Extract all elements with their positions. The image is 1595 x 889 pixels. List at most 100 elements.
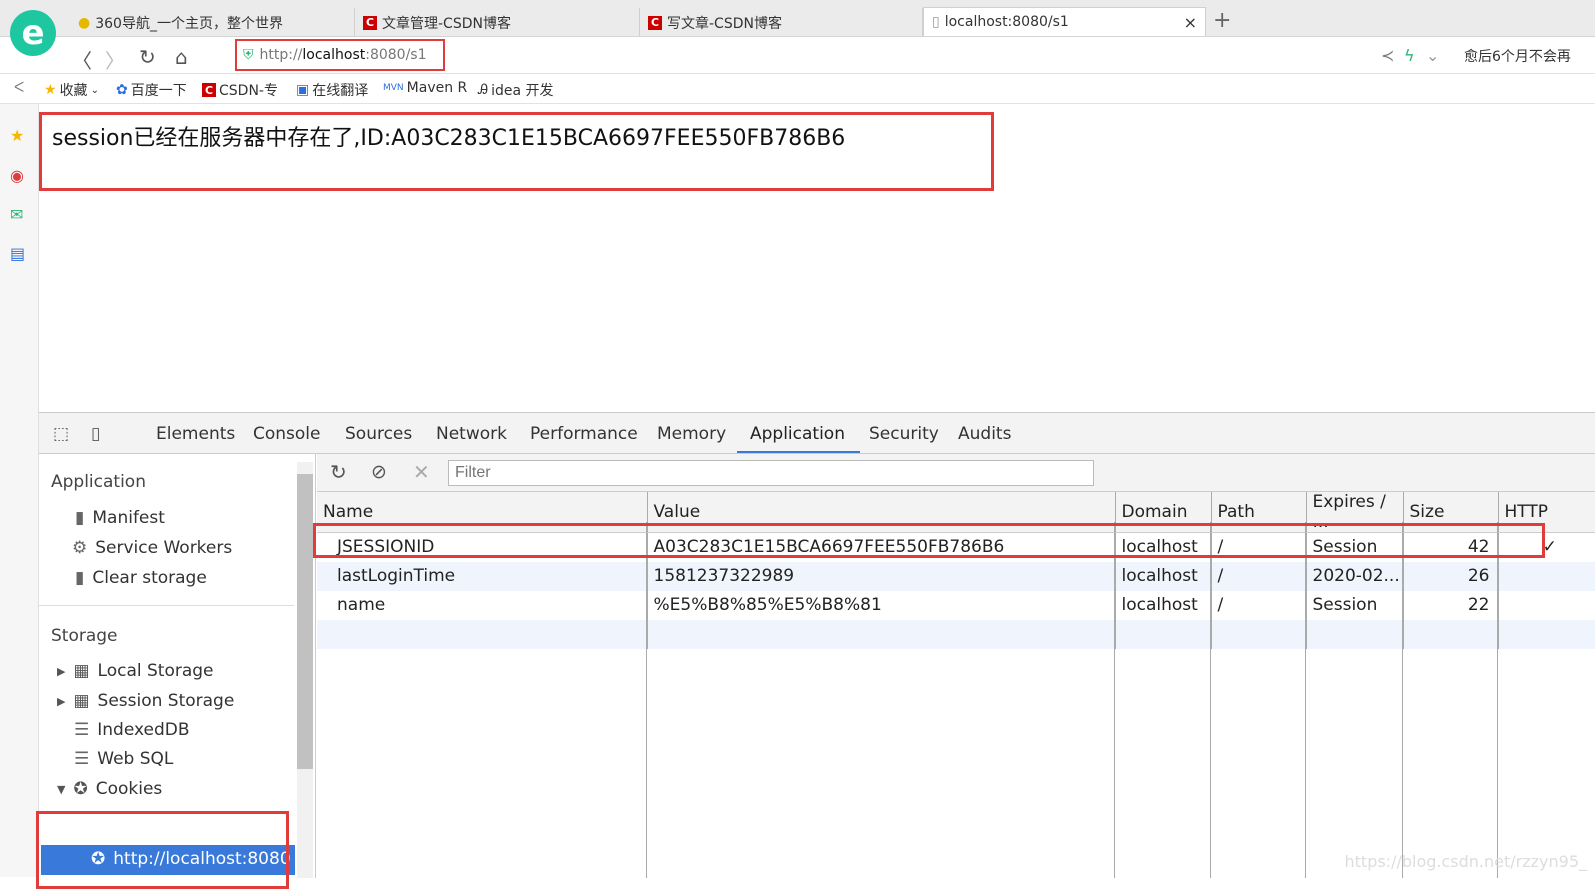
tab-360[interactable]: ● 360导航_一个主页，整个世界 bbox=[70, 8, 355, 37]
sidebar-item-indexeddb[interactable]: ☰ IndexedDB bbox=[74, 720, 190, 740]
forward-icon[interactable]: 〉 bbox=[105, 45, 125, 74]
close-tab-icon[interactable]: × bbox=[1184, 13, 1197, 32]
column-divider bbox=[1402, 522, 1403, 878]
cookies-view: ↻ ⊘ ✕ Name Value Domain Path Expires / .… bbox=[313, 454, 1595, 878]
cell-size: 26 bbox=[1403, 561, 1499, 591]
application-header: Application bbox=[51, 472, 146, 492]
lightning-icon[interactable]: ϟ bbox=[1404, 46, 1415, 65]
tab-bar: ● 360导航_一个主页，整个世界 C 文章管理-CSDN博客 C 写文章-CSDN博… bbox=[0, 0, 1595, 37]
bookmark-translate[interactable]: ▣ 在线翻译 bbox=[296, 80, 368, 100]
table-row[interactable]: name %E5%B8%85%E5%B8%81 localhost / Sess… bbox=[317, 590, 1595, 620]
bookmarks-bar: ᐸ ★ 收藏 ⌄ ✿ 百度一下 C CSDN-专 ▣ 在线翻译 MVN Maven R Ꭿi… bbox=[0, 74, 1595, 104]
csdn-icon: C bbox=[202, 83, 216, 97]
page-icon: ▯ bbox=[932, 14, 940, 30]
tab-csdn-manage[interactable]: C 文章管理-CSDN博客 bbox=[355, 8, 640, 37]
storage-header: Storage bbox=[51, 626, 118, 646]
tab-elements[interactable]: Elements bbox=[156, 424, 235, 444]
database-icon: ☰ bbox=[74, 720, 90, 740]
grid-icon: ▦ bbox=[73, 661, 90, 681]
inspect-icon[interactable]: ⬚ bbox=[53, 424, 69, 444]
clear-all-icon[interactable]: ⊘ bbox=[371, 461, 387, 483]
expand-arrow-icon[interactable]: ▶ bbox=[57, 665, 65, 678]
reload-icon[interactable]: ↻ bbox=[139, 45, 156, 69]
cookie-icon: ✪ bbox=[73, 779, 88, 799]
side-strip: ★ ◉ ✉ ▤ bbox=[0, 104, 39, 877]
cell-domain: localhost bbox=[1115, 590, 1212, 620]
tab-application[interactable]: Application bbox=[737, 424, 860, 453]
sidebar-item-cookies[interactable]: ▼ ✪ Cookies bbox=[57, 779, 162, 799]
star-icon[interactable]: ★ bbox=[10, 126, 24, 145]
star-icon: ★ bbox=[44, 82, 57, 98]
tab-console[interactable]: Console bbox=[253, 424, 321, 444]
tab-csdn-write[interactable]: C 写文章-CSDN博客 bbox=[640, 8, 923, 37]
bookmark-baidu[interactable]: ✿ 百度一下 bbox=[116, 80, 187, 100]
sidebar-item-session-storage[interactable]: ▶ ▦ Session Storage bbox=[57, 691, 234, 711]
bookmark-maven[interactable]: MVN Maven R bbox=[383, 80, 467, 96]
session-message: session已经在服务器中存在了,ID:A03C283C1E15BCA6697… bbox=[39, 112, 994, 191]
cell-value: 1581237322989 bbox=[647, 561, 1116, 591]
application-sidebar: Application ▮ Manifest ⚙ Service Workers ▮… bbox=[36, 454, 316, 889]
grid-icon: ▦ bbox=[73, 691, 90, 711]
sidebar-item-web-sql[interactable]: ☰ Web SQL bbox=[74, 749, 173, 769]
gear-icon: ⚙ bbox=[72, 538, 88, 558]
tab-localhost[interactable]: ▯ localhost:8080/s1 × bbox=[923, 7, 1206, 36]
address-row: 〈 〉 ↻ ⌂ ⛨ http://localhost:8080/s1 ≺ ϟ ⌄… bbox=[0, 37, 1595, 74]
mail-icon[interactable]: ✉ bbox=[10, 205, 23, 224]
collapse-icon[interactable]: ᐸ bbox=[14, 80, 24, 96]
cell-expires: Session bbox=[1306, 590, 1404, 620]
cell-value: %E5%B8%85%E5%B8%81 bbox=[647, 590, 1116, 620]
sidebar-item-service-workers[interactable]: ⚙ Service Workers bbox=[72, 538, 232, 558]
cookies-toolbar: ↻ ⊘ ✕ bbox=[317, 454, 1595, 492]
back-icon[interactable]: 〈 bbox=[72, 45, 92, 74]
column-divider bbox=[646, 522, 647, 878]
url: http://localhost:8080/s1 bbox=[260, 47, 427, 63]
weibo-icon[interactable]: ◉ bbox=[10, 166, 24, 185]
filter-input[interactable] bbox=[448, 460, 1094, 486]
tab-audits[interactable]: Audits bbox=[958, 424, 1011, 444]
maven-icon: MVN bbox=[383, 83, 404, 93]
360-icon: ● bbox=[78, 14, 91, 31]
cell-domain: localhost bbox=[1115, 561, 1212, 591]
sidebar-item-clear-storage[interactable]: ▮ Clear storage bbox=[75, 568, 207, 588]
bookmark-csdn[interactable]: C CSDN-专 bbox=[202, 80, 278, 100]
url-scheme: http:// bbox=[259, 47, 303, 63]
tab-memory[interactable]: Memory bbox=[657, 424, 726, 444]
table-row[interactable]: lastLoginTime 1581237322989 localhost / … bbox=[317, 561, 1595, 591]
bookmark-favorites[interactable]: ★ 收藏 ⌄ bbox=[44, 80, 99, 100]
devtools-panel: ⬚ ▯ Elements Console Sources Network Per… bbox=[36, 412, 1595, 889]
cell-path: / bbox=[1211, 561, 1307, 591]
home-icon[interactable]: ⌂ bbox=[175, 45, 188, 69]
sidebar-item-manifest[interactable]: ▮ Manifest bbox=[75, 508, 165, 528]
baidu-icon: ✿ bbox=[116, 82, 128, 98]
url-path: :8080/s1 bbox=[365, 47, 427, 63]
notice-text[interactable]: 愈后6个月不会再 bbox=[1464, 46, 1571, 66]
translate-icon: ▣ bbox=[296, 82, 310, 98]
cell-http bbox=[1498, 561, 1595, 591]
file-icon: ▮ bbox=[75, 508, 85, 528]
tab-network[interactable]: Network bbox=[436, 424, 507, 444]
scrollbar-thumb[interactable] bbox=[297, 474, 313, 769]
document-icon[interactable]: ▤ bbox=[10, 244, 25, 263]
cell-expires: 2020-02... bbox=[1306, 561, 1404, 591]
tab-sources[interactable]: Sources bbox=[345, 424, 412, 444]
tab-performance[interactable]: Performance bbox=[530, 424, 638, 444]
device-toggle-icon[interactable]: ▯ bbox=[91, 424, 100, 444]
column-divider bbox=[1497, 522, 1498, 878]
collapse-arrow-icon[interactable]: ▼ bbox=[57, 783, 65, 796]
cookies-table: Name Value Domain Path Expires / ... Siz… bbox=[317, 492, 1595, 649]
tab-security[interactable]: Security bbox=[869, 424, 939, 444]
chevron-down-icon[interactable]: ⌄ bbox=[1426, 46, 1439, 65]
idea-icon: Ꭿ bbox=[478, 82, 489, 98]
new-tab-button[interactable]: + bbox=[1213, 8, 1231, 33]
trash-icon: ▮ bbox=[75, 568, 85, 588]
cell-name: lastLoginTime bbox=[317, 561, 648, 591]
delete-selected-icon[interactable]: ✕ bbox=[413, 460, 430, 484]
bookmark-idea[interactable]: Ꭿidea 开发 bbox=[478, 80, 554, 100]
csdn-icon: C bbox=[363, 15, 377, 30]
expand-arrow-icon[interactable]: ▶ bbox=[57, 695, 65, 708]
chevron-down-icon: ⌄ bbox=[90, 84, 99, 96]
refresh-icon[interactable]: ↻ bbox=[330, 460, 347, 484]
address-bar[interactable]: ⛨ http://localhost:8080/s1 bbox=[235, 39, 445, 71]
share-icon[interactable]: ≺ bbox=[1381, 46, 1394, 65]
sidebar-item-local-storage[interactable]: ▶ ▦ Local Storage bbox=[57, 661, 214, 681]
